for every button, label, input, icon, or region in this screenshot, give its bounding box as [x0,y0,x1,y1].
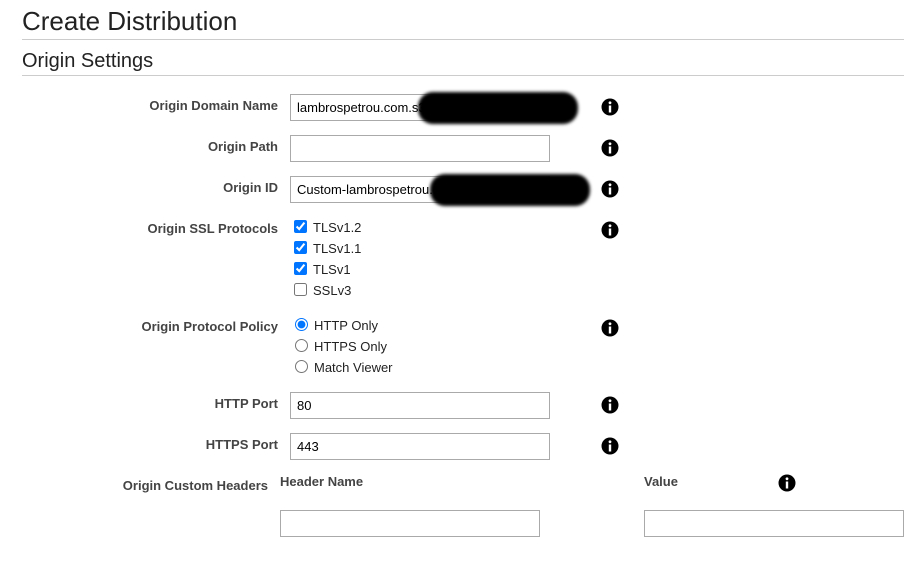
http-port-input[interactable] [290,392,550,419]
header-name-column: Header Name [280,474,540,492]
origin-custom-headers-label: Origin Custom Headers [8,474,280,493]
info-icon[interactable] [601,98,619,116]
divider [22,39,904,40]
info-icon[interactable] [601,319,619,337]
http-only-radio[interactable] [295,318,308,331]
match-viewer-label: Match Viewer [314,360,393,375]
tls1-label: TLSv1 [313,262,351,277]
http-port-label: HTTP Port [8,392,290,411]
info-icon[interactable] [601,396,619,414]
https-port-input[interactable] [290,433,550,460]
redacted-overlay [430,174,590,206]
tls11-checkbox[interactable] [294,241,307,254]
section-title: Origin Settings [22,50,904,73]
info-icon[interactable] [601,437,619,455]
https-port-label: HTTPS Port [8,433,290,452]
origin-protocol-policy-label: Origin Protocol Policy [8,315,290,334]
sslv3-option: SSLv3 [290,280,550,301]
redacted-overlay [418,92,578,124]
sslv3-label: SSLv3 [313,283,351,298]
sslv3-checkbox[interactable] [294,283,307,296]
https-only-option: HTTPS Only [290,336,550,357]
https-only-radio[interactable] [295,339,308,352]
header-name-input[interactable] [280,510,540,537]
header-value-column: Value [644,474,678,492]
http-only-label: HTTP Only [314,318,378,333]
tls12-option: TLSv1.2 [290,217,550,238]
info-icon[interactable] [778,474,796,492]
match-viewer-option: Match Viewer [290,357,550,378]
match-viewer-radio[interactable] [295,360,308,373]
header-value-input[interactable] [644,510,904,537]
origin-path-label: Origin Path [8,135,290,154]
divider [22,75,904,76]
origin-id-label: Origin ID [8,176,290,195]
origin-path-input[interactable] [290,135,550,162]
tls11-label: TLSv1.1 [313,241,361,256]
origin-ssl-protocols-label: Origin SSL Protocols [8,217,290,236]
tls1-checkbox[interactable] [294,262,307,275]
info-icon[interactable] [601,180,619,198]
tls1-option: TLSv1 [290,259,550,280]
tls11-option: TLSv1.1 [290,238,550,259]
http-only-option: HTTP Only [290,315,550,336]
https-only-label: HTTPS Only [314,339,387,354]
info-icon[interactable] [601,139,619,157]
page-title: Create Distribution [22,6,904,37]
tls12-checkbox[interactable] [294,220,307,233]
origin-settings-form: Origin Domain Name Origin Path Origin ID… [8,94,904,537]
tls12-label: TLSv1.2 [313,220,361,235]
origin-domain-name-label: Origin Domain Name [8,94,290,113]
info-icon[interactable] [601,221,619,239]
